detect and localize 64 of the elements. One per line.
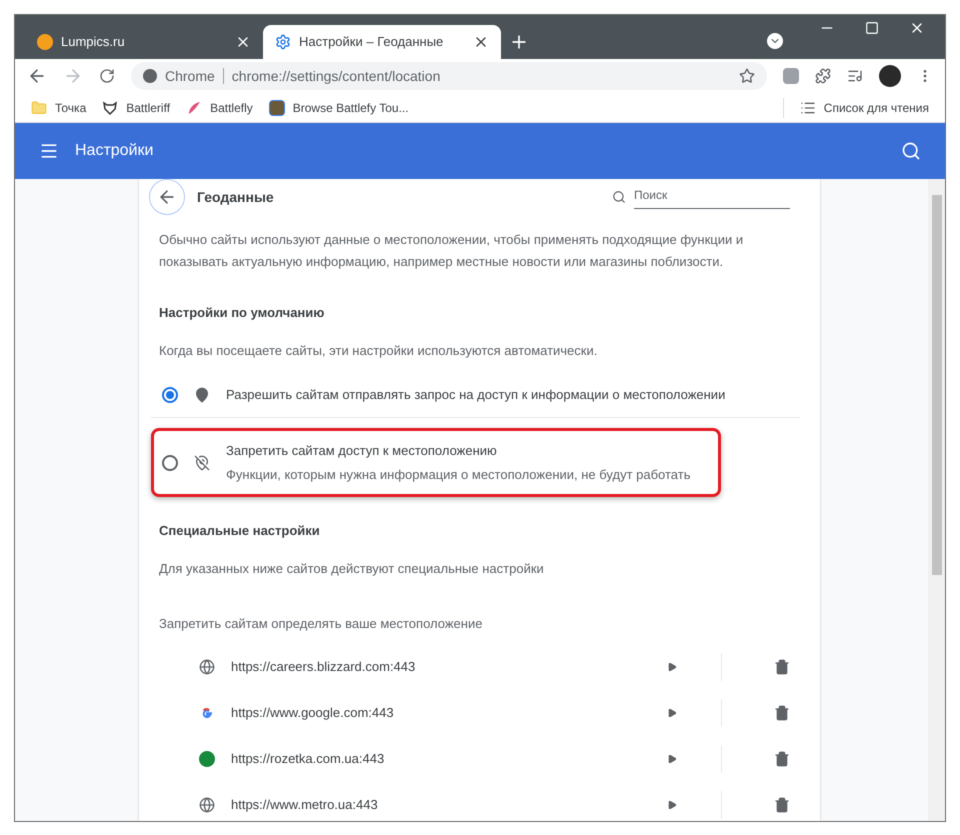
description-text: Обычно сайты используют данные о местоположении, чтобы применять подходящие функции и показывать актуальную информацию, например местные новости или магазины поблизости. — [158, 231, 744, 271]
tab-search-icon[interactable] — [767, 33, 783, 49]
option-label: Запретить сайтам доступ к местоположению — [226, 442, 498, 460]
arrow-right-icon[interactable] — [667, 754, 677, 764]
game-tile-icon — [268, 100, 285, 116]
url-text: chrome://settings/content/location — [232, 66, 442, 86]
search-field[interactable]: Поиск — [634, 186, 790, 208]
site-logo-icon — [199, 750, 215, 766]
tab-title: Lumpics.ru — [61, 33, 126, 52]
section-subtitle: Когда вы посещаете сайты, эти настройки используются автоматически. — [158, 342, 598, 360]
maximize-icon[interactable] — [865, 21, 879, 35]
radio-button[interactable] — [162, 386, 178, 402]
globe-icon — [199, 658, 215, 674]
option-label: Разрешить сайтам отправлять запрос на доступ к информации о местоположении — [226, 386, 726, 404]
delete-icon[interactable] — [774, 750, 790, 766]
browser-tab[interactable]: Настройки – Геоданные — [263, 25, 501, 59]
site-logo-icon — [37, 34, 53, 50]
tab-title: Настройки – Геоданные — [299, 33, 444, 52]
site-label: Chrome — [165, 66, 215, 86]
reload-icon[interactable] — [99, 68, 115, 84]
browser-tab[interactable]: Lumpics.ru — [25, 25, 263, 59]
extension-icon[interactable] — [783, 68, 799, 84]
address-bar[interactable]: Chrome chrome://settings/content/location — [131, 62, 767, 90]
search-icon — [612, 190, 626, 204]
search-icon[interactable] — [901, 141, 921, 161]
media-list-icon[interactable] — [847, 68, 863, 84]
radio-option[interactable]: Запретить сайтам доступ к местоположению Функции, которым нужна информация о местоположении, не будут работать — [151, 428, 721, 497]
arrow-right-icon[interactable] — [667, 662, 677, 672]
list-icon — [800, 100, 816, 116]
bookmark[interactable]: Battleriff — [102, 98, 170, 116]
delete-icon[interactable] — [774, 796, 790, 812]
site-url: https://www.metro.ua:443 — [231, 796, 379, 814]
avatar[interactable] — [879, 65, 901, 87]
reading-list-button[interactable]: Список для чтения — [800, 98, 929, 116]
back-button[interactable] — [149, 179, 185, 215]
bookmark[interactable]: Battlefly — [186, 98, 253, 116]
arrow-right-icon[interactable] — [667, 708, 677, 718]
gear-icon — [275, 34, 291, 50]
delete-icon[interactable] — [774, 704, 790, 720]
radio-option[interactable]: Разрешить сайтам отправлять запрос на доступ к информации о местоположении — [151, 372, 800, 418]
delete-icon[interactable] — [774, 658, 790, 674]
mask-icon — [102, 100, 118, 116]
wing-icon — [186, 100, 202, 116]
section-heading: Настройки по умолчанию — [158, 304, 326, 322]
header-title: Настройки — [75, 141, 154, 161]
section-subtitle: Для указанных ниже сайтов действуют специальные настройки — [158, 560, 545, 578]
globe-icon — [199, 796, 215, 812]
star-icon[interactable] — [739, 68, 755, 84]
site-url: https://www.google.com:443 — [231, 704, 395, 722]
site-url: https://careers.blizzard.com:443 — [231, 658, 416, 676]
section-heading: Специальные настройки — [158, 522, 321, 540]
puzzle-icon[interactable] — [815, 68, 831, 84]
option-description: Функции, которым нужна информация о местоположении, не будут работать — [226, 466, 690, 484]
bookmark[interactable]: Browse Battlefy Tou... — [268, 98, 409, 116]
location-pin-icon — [194, 386, 210, 402]
radio-button[interactable] — [162, 454, 178, 470]
bookmark[interactable]: Точка — [31, 98, 86, 116]
page-title: Геоданные — [197, 188, 275, 207]
list-heading: Запретить сайтам определять ваше местоположение — [158, 615, 484, 633]
site-url: https://rozetka.com.ua:443 — [231, 750, 386, 768]
location-off-icon — [194, 454, 210, 470]
folder-icon — [31, 100, 47, 116]
scrollbar[interactable] — [928, 179, 945, 821]
arrow-right-icon[interactable] — [667, 800, 677, 810]
